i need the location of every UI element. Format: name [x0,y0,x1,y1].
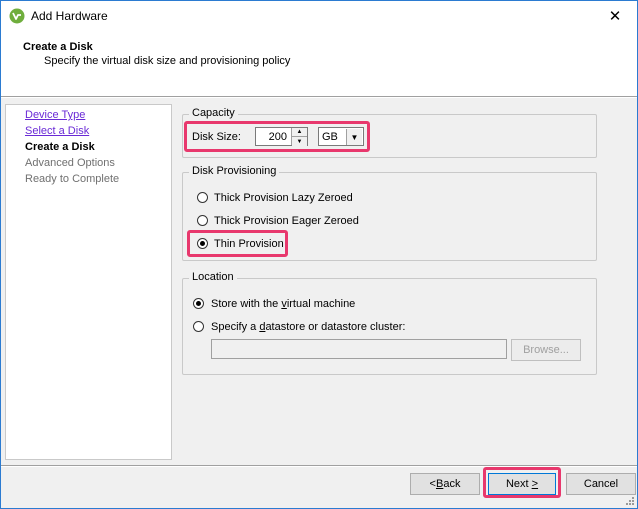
page-title: Create a Disk [23,41,93,53]
disk-size-stepper[interactable]: 200 ▲ ▼ [255,127,308,146]
step-advanced-options: Advanced Options [25,157,115,169]
close-button[interactable]: ✕ [593,1,637,30]
header-divider-highlight [1,97,637,98]
next-button[interactable]: Next > [488,473,556,495]
step-select-a-disk[interactable]: Select a Disk [25,125,89,137]
next-prefix: Next [505,478,529,490]
radio-thin-provision[interactable] [197,238,208,249]
next-accelerator: > [531,478,539,490]
thin-provision-label[interactable]: Thin Provision [214,238,284,250]
back-button[interactable]: < Back [410,473,480,495]
chevron-down-icon: ▼ [346,129,362,145]
unit-value: GB [322,131,338,143]
stepper-buttons: ▲ ▼ [291,128,307,146]
disk-provisioning-legend: Disk Provisioning [189,165,280,177]
disk-size-unit-select[interactable]: GB ▼ [318,127,364,146]
wizard-steps-panel: Device Type Select a Disk Create a Disk … [5,104,172,460]
datastore-input [211,339,507,359]
browse-button: Browse... [511,339,581,361]
disk-size-label: Disk Size: [192,131,241,143]
title-bar: Add Hardware ✕ [1,1,637,31]
store-label-prefix: Store with the [211,298,282,310]
add-hardware-dialog: Add Hardware ✕ Create a Disk Specify the… [0,0,638,509]
page-subtitle: Specify the virtual disk size and provis… [44,55,291,67]
step-create-a-disk: Create a Disk [25,141,95,153]
vsphere-logo-icon [9,8,25,24]
specify-label-prefix: Specify a [211,321,260,333]
specify-label-suffix: atastore or datastore cluster: [265,321,406,333]
capacity-legend: Capacity [189,107,238,119]
radio-store-with-vm[interactable] [193,298,204,309]
increment-icon[interactable]: ▲ [292,128,307,137]
window-title: Add Hardware [31,9,108,23]
radio-thick-eager-zeroed[interactable] [197,215,208,226]
cancel-button[interactable]: Cancel [566,473,636,495]
wizard-header: Create a Disk Specify the virtual disk s… [1,31,637,97]
decrement-icon[interactable]: ▼ [292,137,307,146]
specify-datastore-label[interactable]: Specify a datastore or datastore cluster… [211,321,405,333]
step-ready-to-complete: Ready to Complete [25,173,120,185]
back-rest: ack [443,478,461,490]
location-legend: Location [189,271,237,283]
radio-thick-lazy-zeroed[interactable] [197,192,208,203]
close-icon: ✕ [608,7,622,25]
store-label-suffix: irtual machine [286,298,356,310]
back-accelerator: B [435,478,444,490]
radio-specify-datastore[interactable] [193,321,204,332]
thick-eager-zeroed-label[interactable]: Thick Provision Eager Zeroed [214,215,359,227]
resize-grip-icon[interactable] [625,496,635,506]
step-device-type[interactable]: Device Type [25,109,85,121]
store-with-vm-label[interactable]: Store with the virtual machine [211,298,355,310]
thick-lazy-zeroed-label[interactable]: Thick Provision Lazy Zeroed [214,192,353,204]
disk-size-value: 200 [268,131,287,143]
